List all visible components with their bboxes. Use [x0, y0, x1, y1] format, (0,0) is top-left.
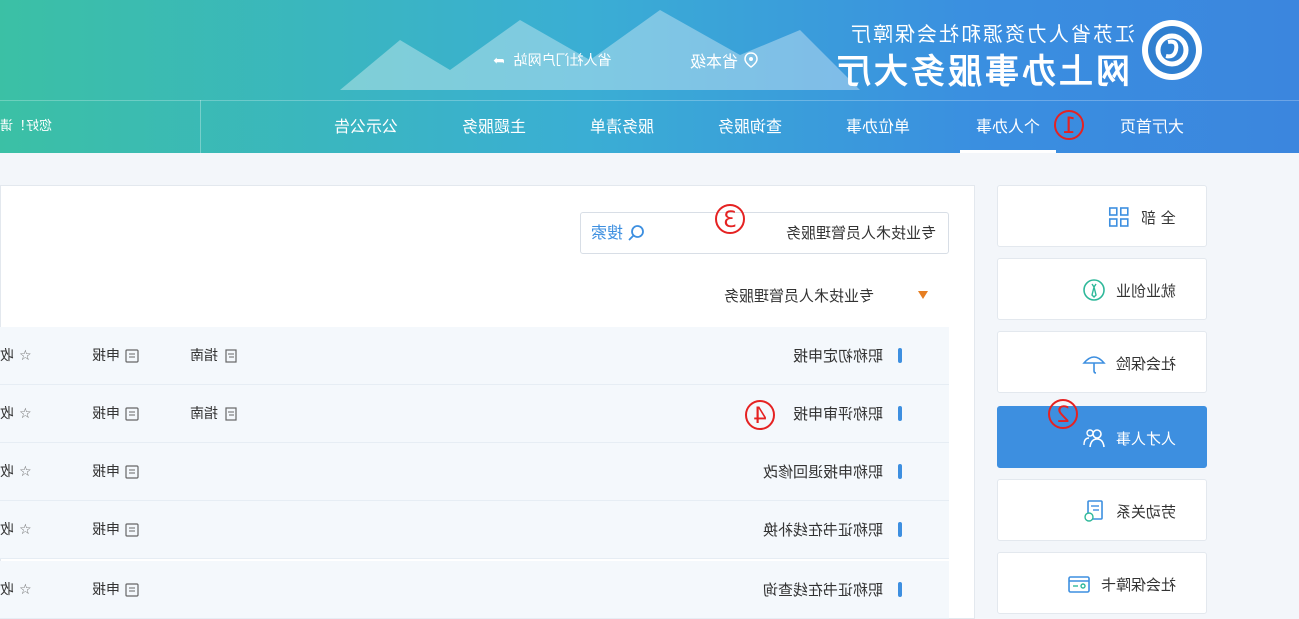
star-icon: ☆	[19, 582, 32, 598]
sidebar-item-label: 就业创业	[1115, 281, 1176, 300]
nav-personal[interactable]: 个人办事	[960, 100, 1056, 153]
annotation-marker-2: 2	[1048, 399, 1078, 429]
search-input[interactable]: 专业技术人员管理服务 搜索	[580, 212, 949, 254]
service-name[interactable]: 职称申报退回修改	[763, 443, 883, 501]
row-marker	[898, 348, 902, 363]
table-row: 职称申报退回修改 申报 ☆ 收藏	[0, 443, 949, 501]
table-row: 职称证书在线补换 申报 ☆ 收藏	[0, 501, 949, 559]
apply-link[interactable]: 申报	[92, 443, 139, 501]
table-row: 职称初定申报 指南 申报 ☆ 收藏	[0, 327, 949, 385]
employment-icon	[1083, 279, 1105, 301]
favorite-link[interactable]: ☆ 收藏	[0, 501, 32, 559]
card-icon	[1068, 576, 1090, 593]
apply-icon	[125, 465, 139, 479]
star-icon: ☆	[19, 348, 32, 364]
sidebar-item-social-security-card[interactable]: 社会保障卡	[997, 552, 1207, 614]
service-name[interactable]: 职称证书在线查询	[763, 561, 883, 619]
apply-icon	[125, 407, 139, 421]
apply-link[interactable]: 申报	[92, 561, 139, 619]
location-pin-icon	[744, 52, 758, 68]
nav-query[interactable]: 查询服务	[702, 100, 798, 153]
table-row: 职称评审申报 指南 申报 ☆ 收藏	[0, 385, 949, 443]
contract-icon	[1084, 500, 1103, 522]
apply-link[interactable]: 申报	[92, 327, 139, 385]
section-title: 专业技术人员管理服务	[724, 287, 875, 305]
sidebar-item-label: 社会保障卡	[1100, 575, 1176, 594]
search-button-label: 搜索	[591, 223, 624, 242]
row-marker	[898, 522, 902, 537]
favorite-link[interactable]: ☆ 收藏	[0, 385, 32, 443]
sidebar-item-social-insurance[interactable]: 社会保险	[997, 331, 1207, 393]
people-icon	[1083, 429, 1105, 448]
search-value: 专业技术人员管理服务	[785, 224, 936, 242]
favorite-link[interactable]: ☆ 收藏	[0, 327, 32, 385]
favorite-link[interactable]: ☆ 收藏	[0, 443, 32, 501]
star-icon: ☆	[19, 406, 32, 422]
nav-theme-service[interactable]: 主题服务	[446, 100, 542, 153]
apply-link[interactable]: 申报	[92, 385, 139, 443]
row-marker	[898, 406, 902, 421]
umbrella-icon	[1082, 356, 1106, 374]
sidebar-item-label: 劳动关系	[1115, 502, 1176, 521]
guide-link[interactable]: 指南	[190, 385, 237, 443]
guide-icon	[225, 407, 237, 421]
org-title: 江苏省人力资源和社会保障厅	[849, 22, 1135, 46]
sidebar-item-talent[interactable]: 人才人事	[997, 406, 1207, 468]
annotation-marker-4: 4	[745, 400, 775, 430]
portal-link-label: 省人社门户网站	[513, 53, 612, 69]
sidebar-item-label: 全 部	[1141, 208, 1176, 227]
share-arrow-icon: ➦	[493, 53, 510, 69]
row-marker	[898, 582, 902, 597]
nav-unit[interactable]: 单位办事	[830, 100, 926, 153]
star-icon: ☆	[19, 464, 32, 480]
collapse-triangle-icon[interactable]	[918, 291, 928, 299]
service-name[interactable]: 职称证书在线补换	[763, 501, 883, 559]
nav-announcement[interactable]: 公示公告	[318, 100, 414, 153]
portal-link[interactable]: 省人社门户网站 ➦	[493, 50, 612, 70]
star-icon: ☆	[19, 522, 32, 538]
search-icon	[628, 225, 644, 241]
sidebar-item-all[interactable]: 全 部	[997, 185, 1207, 247]
service-name[interactable]: 职称评审申报	[793, 385, 883, 443]
search-button[interactable]: 搜索	[591, 213, 645, 253]
sidebar-item-employment[interactable]: 就业创业	[997, 258, 1207, 320]
row-marker	[898, 464, 902, 479]
nav-home[interactable]: 大厅首页	[1104, 100, 1200, 153]
nav-service-list[interactable]: 服务清单	[574, 100, 670, 153]
hall-title: 网上办事服务大厅	[834, 52, 1130, 92]
sidebar-item-labor-relations[interactable]: 劳动关系	[997, 479, 1207, 541]
greeting-text: 您好！请	[0, 100, 201, 153]
apply-icon	[125, 523, 139, 537]
logo	[1140, 18, 1204, 82]
annotation-marker-1: 1	[1054, 110, 1084, 140]
apply-icon	[125, 349, 139, 363]
guide-link[interactable]: 指南	[190, 327, 237, 385]
region-label: 省本级	[690, 52, 739, 71]
guide-icon	[225, 349, 237, 363]
sidebar-item-label: 人才人事	[1115, 429, 1176, 448]
mountain-decoration	[340, 10, 860, 90]
favorite-link[interactable]: ☆ 收藏	[0, 561, 32, 619]
sidebar-item-label: 社会保险	[1115, 354, 1176, 373]
grid-icon	[1109, 207, 1130, 227]
apply-link[interactable]: 申报	[92, 501, 139, 559]
table-row: 职称证书在线查询 申报 ☆ 收藏	[0, 561, 949, 619]
service-name[interactable]: 职称初定申报	[793, 327, 883, 385]
annotation-marker-3: 3	[715, 204, 745, 234]
region-selector[interactable]: 省本级	[690, 48, 758, 72]
apply-icon	[125, 583, 139, 597]
